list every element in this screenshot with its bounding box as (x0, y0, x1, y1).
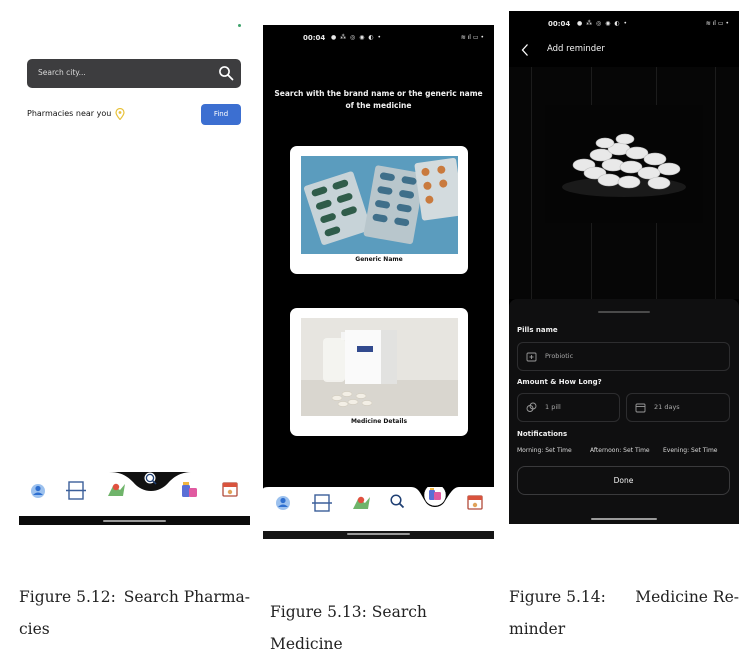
amount-label: Amount & How Long? (517, 378, 602, 386)
figure-caption-5-14: Figure 5.14: Medicine Re- minder (509, 581, 739, 645)
evening-time-button[interactable]: Evening: Set Time (663, 447, 718, 454)
add-reminder-screen: 00:04 ● ⁂ ◎ ◉ ◐ • ≋ ıl ▭ • Add reminder … (509, 11, 739, 524)
pills-hero (509, 67, 739, 299)
pill-box-icon (526, 352, 537, 362)
signal-battery-icons: ≋ ıl ▭ • (460, 34, 484, 41)
calendar-icon[interactable] (467, 495, 483, 510)
search-medicine-heading: Search with the brand name or the generi… (274, 89, 483, 110)
location-pin-icon (115, 108, 125, 120)
figure-caption-5-13: Figure 5.13: Search Medicine (270, 603, 427, 653)
status-time: 00:04 (303, 34, 326, 42)
search-city-bar[interactable]: Search city... (27, 59, 241, 88)
status-bar: 00:04 ● ⁂ ◎ ◉ ◐ • ≋ ıl ▭ • (263, 33, 494, 45)
pills-image (545, 105, 703, 223)
generic-name-card[interactable]: Generic Name (290, 146, 468, 274)
caption-text: Search Pharma- (123, 588, 250, 606)
afternoon-time-button[interactable]: Afternoon: Set Time (590, 447, 650, 454)
pills-name-value: Probiotic (545, 352, 574, 360)
notification-icons: ● ⁂ ◎ ◉ ◐ • (331, 34, 383, 41)
amount-value: 1 pill (545, 403, 561, 411)
search-pharmacies-screen: Search city... Pharmacies near you Find (19, 14, 250, 525)
figure-caption-5-12: Figure 5.12: Search Pharma- cies (19, 581, 250, 645)
pharmacies-near-label: Pharmacies near you (27, 109, 112, 118)
bottom-nav (263, 487, 494, 531)
caption-number: Figure 5.14: (509, 588, 606, 606)
medicine-bottle-image (301, 318, 458, 416)
medicine-details-card[interactable]: Medicine Details (290, 308, 468, 436)
caption-number: Figure 5.12: (19, 588, 116, 606)
pills-name-field[interactable]: Probiotic (517, 342, 730, 371)
pills-icon (526, 402, 537, 412)
profile-icon[interactable] (276, 496, 290, 510)
notifications-label: Notifications (517, 430, 568, 438)
caption-text-cont: cies (19, 620, 50, 638)
generic-name-label: Generic Name (355, 256, 403, 263)
done-button[interactable]: Done (517, 466, 730, 495)
status-bar: 00:04 ● ⁂ ◎ ◉ ◐ • ≋ ıl ▭ • (509, 19, 739, 31)
search-city-input[interactable]: Search city... (38, 68, 86, 77)
back-arrow-icon[interactable] (520, 43, 530, 57)
duration-field[interactable]: 21 days (626, 393, 730, 422)
medicine-details-label: Medicine Details (350, 418, 408, 425)
pills-name-label: Pills name (517, 326, 558, 334)
profile-icon[interactable] (31, 484, 45, 498)
page-title: Add reminder (547, 44, 605, 54)
bottom-nav (19, 472, 250, 516)
duration-value: 21 days (654, 403, 680, 411)
status-dot (238, 24, 241, 27)
sheet-handle[interactable] (598, 311, 650, 313)
reminder-form-sheet: Pills name Probiotic Amount & How Long? … (509, 299, 739, 524)
caption-text: Medicine Re- (635, 588, 739, 606)
home-indicator (263, 531, 494, 539)
amount-field[interactable]: 1 pill (517, 393, 620, 422)
calendar-icon (635, 403, 646, 413)
status-time: 00:04 (548, 20, 571, 28)
home-indicator (19, 516, 250, 525)
find-button[interactable]: Find (201, 104, 241, 125)
pill-blister-image (301, 156, 458, 254)
notification-icons: ● ⁂ ◎ ◉ ◐ • (577, 20, 629, 27)
search-medicine-screen: 00:04 ● ⁂ ◎ ◉ ◐ • ≋ ıl ▭ • Search with t… (263, 25, 494, 539)
caption-text-cont: minder (509, 620, 566, 638)
morning-time-button[interactable]: Morning: Set Time (517, 447, 572, 454)
medicine-nav-icon[interactable] (423, 487, 447, 507)
calendar-icon[interactable] (222, 482, 238, 497)
signal-battery-icons: ≋ ıl ▭ • (705, 20, 729, 27)
search-icon[interactable] (218, 65, 234, 81)
